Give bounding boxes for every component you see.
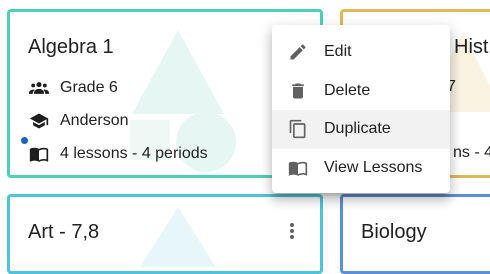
grade-label: Grade 6 — [60, 79, 118, 96]
copy-icon — [288, 119, 308, 139]
lessons-label: ns - 4 — [453, 144, 490, 161]
menu-item-label: View Lessons — [324, 158, 423, 176]
course-title: Art - 7,8 — [28, 221, 100, 243]
people-icon — [26, 78, 52, 98]
course-card-art[interactable]: Art - 7,8 — [7, 194, 323, 274]
course-title: Hist — [454, 36, 489, 58]
book-open-icon — [288, 158, 308, 178]
pencil-icon — [288, 42, 308, 62]
course-context-menu: Edit Delete Duplicate View Lessons — [272, 25, 450, 193]
course-card-biology[interactable]: Biology — [340, 194, 490, 274]
menu-item-delete[interactable]: Delete — [272, 72, 450, 111]
graduation-cap-icon — [26, 111, 52, 131]
lessons-label: 4 lessons - 4 periods — [60, 145, 208, 162]
lessons-row: 4 lessons - 4 periods — [26, 144, 208, 164]
more-options-icon[interactable] — [287, 221, 297, 241]
menu-item-duplicate[interactable]: Duplicate — [272, 110, 450, 149]
trash-icon — [288, 81, 308, 101]
teacher-row: Anderson — [26, 111, 129, 131]
lessons-row: ns - 4 — [453, 144, 490, 162]
course-title: Algebra 1 — [28, 36, 114, 58]
book-icon — [26, 144, 52, 164]
teacher-label: Anderson — [60, 112, 129, 129]
menu-item-label: Duplicate — [324, 120, 391, 138]
menu-item-view-lessons[interactable]: View Lessons — [272, 149, 450, 188]
menu-item-label: Delete — [324, 81, 371, 99]
menu-item-label: Edit — [324, 43, 352, 61]
course-title: Biology — [361, 221, 427, 243]
grade-row: Grade 6 — [26, 78, 118, 98]
notification-dot — [21, 137, 28, 144]
menu-item-edit[interactable]: Edit — [272, 33, 450, 72]
